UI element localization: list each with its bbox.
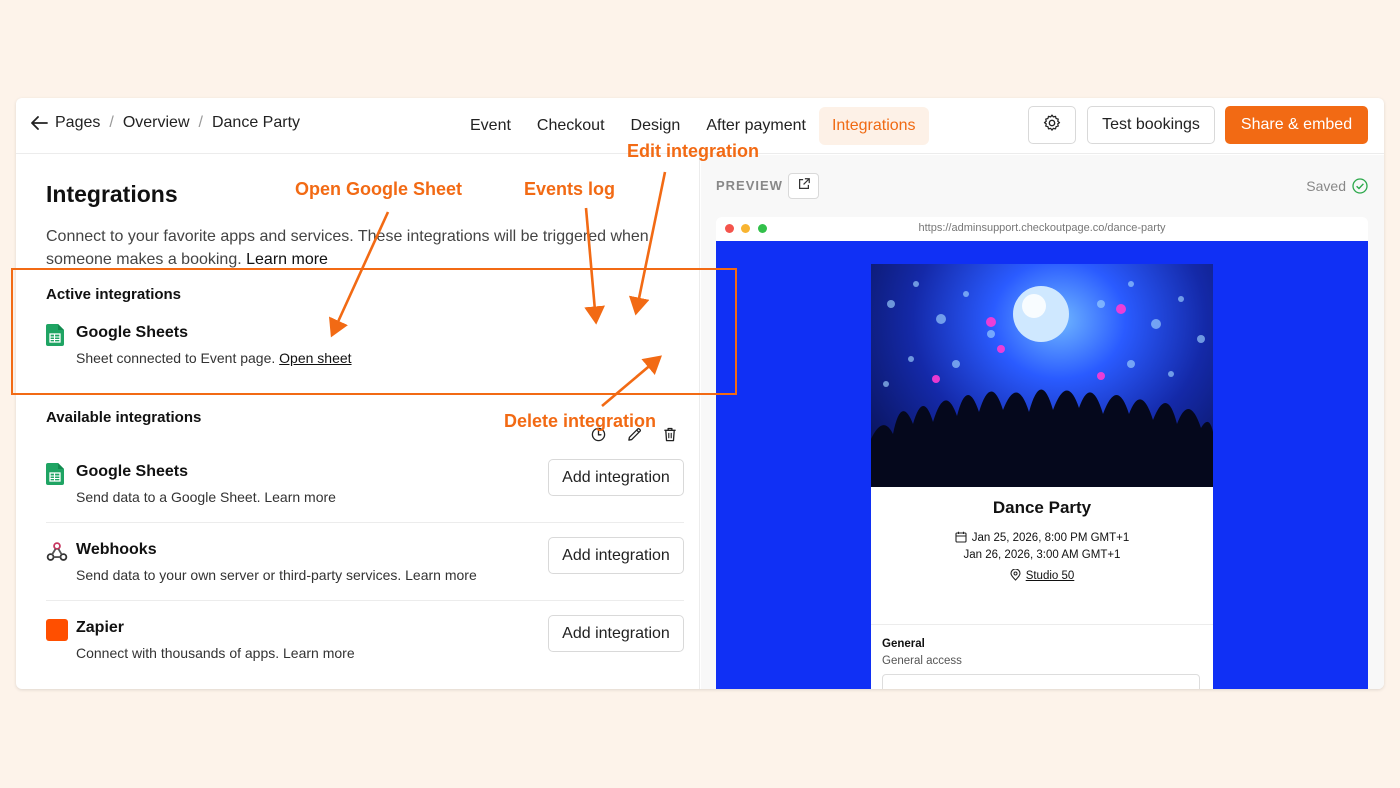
- check-circle-icon: [1352, 178, 1368, 194]
- page-title: Integrations: [46, 181, 178, 207]
- preview-stage: Dance Party Jan 25, 2026, 8:00 PM GMT+1 …: [716, 241, 1368, 689]
- tab-after-payment[interactable]: After payment: [693, 107, 819, 145]
- breadcrumb-overview[interactable]: Overview: [123, 114, 190, 132]
- integration-desc: Send data to your own server or third-pa…: [76, 567, 477, 583]
- tab-checkout[interactable]: Checkout: [524, 107, 618, 145]
- ticket-title: General: [882, 638, 925, 650]
- event-date-end: Jan 26, 2026, 3:00 AM GMT+1: [963, 549, 1121, 561]
- add-zapier-button[interactable]: Add integration: [548, 615, 684, 652]
- available-integration-row: Webhooks Send data to your own server or…: [46, 537, 684, 585]
- event-date-start: Jan 25, 2026, 8:00 PM GMT+1: [871, 531, 1213, 546]
- page-tabs: Event Checkout Design After payment Inte…: [457, 107, 929, 145]
- event-date-start-text: Jan 25, 2026, 8:00 PM GMT+1: [971, 532, 1130, 544]
- browser-bar: https://adminsupport.checkoutpage.co/dan…: [716, 217, 1368, 241]
- webhooks-icon: [46, 541, 68, 563]
- tab-integrations[interactable]: Integrations: [818, 107, 929, 145]
- saved-status: Saved: [1306, 178, 1368, 194]
- back-arrow-icon[interactable]: [30, 115, 48, 131]
- location-pin-icon: [1010, 568, 1021, 584]
- row-divider: [46, 600, 684, 601]
- breadcrumb-pages[interactable]: Pages: [55, 114, 100, 132]
- preview-label: PREVIEW: [716, 178, 783, 193]
- preview-url: https://adminsupport.checkoutpage.co/dan…: [918, 222, 1166, 234]
- available-integration-row: Google Sheets Send data to a Google Shee…: [46, 459, 684, 507]
- browser-frame: https://adminsupport.checkoutpage.co/dan…: [716, 217, 1368, 689]
- annotation-open-sheet: Open Google Sheet: [295, 179, 463, 199]
- available-integration-row: Zapier Connect with thousands of apps. L…: [46, 615, 684, 663]
- external-link-icon: [797, 177, 811, 196]
- intro-description: Connect to your favorite apps and servic…: [46, 228, 649, 268]
- tab-event[interactable]: Event: [457, 107, 524, 145]
- active-integration-highlight: [11, 268, 737, 395]
- annotation-events-log: Events log: [524, 179, 616, 199]
- ticket-subtitle: General access: [882, 655, 962, 667]
- ticket-selector[interactable]: [882, 674, 1200, 689]
- preview-panel: PREVIEW Saved https://adminsupport.check…: [701, 155, 1384, 689]
- integration-desc: Connect with thousands of apps. Learn mo…: [76, 645, 355, 661]
- test-bookings-button[interactable]: Test bookings: [1087, 106, 1215, 144]
- delete-integration-button[interactable]: [660, 427, 680, 447]
- integration-name: Zapier: [76, 619, 125, 636]
- breadcrumb-separator: /: [109, 114, 114, 131]
- add-google-sheets-button[interactable]: Add integration: [548, 459, 684, 496]
- zapier-icon: [46, 619, 68, 641]
- event-hero-image: [871, 264, 1213, 487]
- tab-design[interactable]: Design: [618, 107, 694, 145]
- open-preview-button[interactable]: [788, 173, 819, 199]
- add-webhooks-button[interactable]: Add integration: [548, 537, 684, 574]
- saved-label: Saved: [1306, 178, 1346, 194]
- annotation-delete: Delete integration: [504, 411, 657, 431]
- integration-name: Google Sheets: [76, 463, 189, 480]
- google-sheets-icon: [46, 463, 66, 485]
- gear-icon: [1042, 113, 1062, 138]
- integration-name: Webhooks: [76, 541, 157, 558]
- integration-desc: Send data to a Google Sheet. Learn more: [76, 489, 336, 505]
- annotation-edit: Edit integration: [627, 141, 759, 161]
- breadcrumb: Pages / Overview / Dance Party: [30, 114, 300, 132]
- settings-button[interactable]: [1028, 106, 1076, 144]
- event-card: Dance Party Jan 25, 2026, 8:00 PM GMT+1 …: [871, 264, 1213, 689]
- calendar-icon: [955, 531, 967, 546]
- breadcrumb-separator: /: [198, 114, 203, 131]
- share-embed-button[interactable]: Share & embed: [1225, 106, 1368, 144]
- card-divider: [871, 624, 1213, 625]
- trash-icon: [663, 427, 677, 447]
- available-integrations-title: Available integrations: [46, 409, 202, 426]
- breadcrumb-current: Dance Party: [211, 114, 301, 131]
- event-title: Dance Party: [992, 498, 1092, 517]
- event-location-link[interactable]: Studio 50: [1026, 570, 1075, 582]
- intro-text: Connect to your favorite apps and servic…: [46, 225, 676, 271]
- intro-learn-more-link[interactable]: Learn more: [246, 251, 328, 268]
- row-divider: [46, 522, 684, 523]
- event-location: Studio 50: [871, 568, 1213, 584]
